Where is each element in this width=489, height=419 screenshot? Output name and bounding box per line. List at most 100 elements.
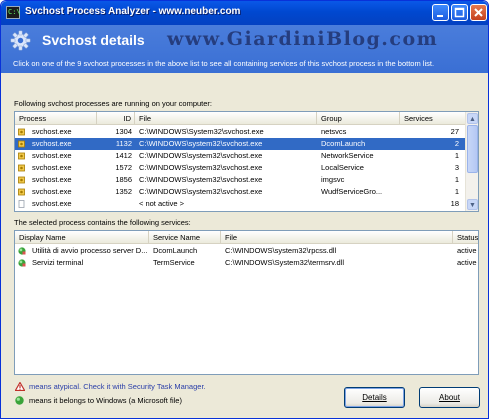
details-button-label: Details	[362, 393, 387, 402]
process-row[interactable]: svchost.exe < not active > 18	[15, 198, 466, 210]
process-file: C:\WINDOWS\system32\svchost.exe	[139, 163, 263, 172]
window-title: Svchost Process Analyzer - www.neuber.co…	[25, 6, 241, 17]
process-row[interactable]: svchost.exe 1412 C:\WINDOWS\system32\svcho…	[15, 150, 466, 162]
process-services-count: 1	[454, 175, 459, 184]
process-name: svchost.exe	[32, 163, 72, 172]
gear-file-icon	[18, 152, 25, 160]
process-group: NetworkService	[321, 151, 374, 160]
services-list-label: The selected process contains the follow…	[14, 218, 191, 227]
process-list[interactable]: Process ID File Group Services svchost.e…	[14, 111, 479, 212]
process-file: C:\WINDOWS\System32\svchost.exe	[139, 127, 264, 136]
process-group: WudfServiceGro...	[321, 187, 383, 196]
close-icon	[474, 8, 483, 17]
process-group: LocalService	[321, 163, 364, 172]
service-status: active	[457, 258, 477, 267]
process-group: netsvcs	[321, 127, 347, 136]
windows-icon	[15, 396, 24, 405]
process-id: 1304	[115, 127, 132, 136]
legend-windows-text: means it belongs to Windows (a Microsoft…	[29, 396, 182, 405]
column-process[interactable]: Process	[15, 112, 97, 125]
process-services-count: 1	[454, 151, 459, 160]
process-name: svchost.exe	[32, 139, 72, 148]
process-services-count: 1	[454, 187, 459, 196]
column-status[interactable]: Status	[453, 231, 479, 244]
details-header: Svchost details www.GiardiniBlog.com Cli…	[1, 25, 488, 73]
process-file: < not active >	[139, 199, 185, 208]
column-group[interactable]: Group	[317, 112, 400, 125]
process-id: 1412	[115, 151, 132, 160]
header-description: Click on one of the 9 svchost processes …	[13, 59, 435, 68]
terminal-icon: C:\	[6, 6, 21, 19]
warning-icon	[15, 382, 25, 391]
process-name: svchost.exe	[32, 151, 72, 160]
service-display-name: Utilità di avvio processo server D...	[32, 246, 148, 255]
app-window: C:\ Svchost Process Analyzer - www.neube…	[0, 0, 489, 419]
close-button[interactable]	[470, 4, 487, 21]
service-row[interactable]: Utilità di avvio processo server D... Dco…	[15, 245, 478, 257]
process-services-count: 18	[450, 199, 459, 208]
watermark: www.GiardiniBlog.com	[167, 28, 439, 50]
process-list-scrollbar[interactable]: ▲ ▼	[465, 112, 478, 211]
process-name: svchost.exe	[32, 175, 72, 184]
column-file[interactable]: File	[135, 112, 317, 125]
legend-windows: means it belongs to Windows (a Microsoft…	[15, 396, 215, 406]
process-id: 1856	[115, 175, 132, 184]
process-name: svchost.exe	[32, 127, 72, 136]
title-bar[interactable]: C:\ Svchost Process Analyzer - www.neube…	[1, 1, 488, 25]
column-service-name[interactable]: Service Name	[149, 231, 221, 244]
process-id: 1352	[115, 187, 132, 196]
process-list-label: Following svchost processes are running …	[14, 99, 213, 108]
column-file[interactable]: File	[221, 231, 453, 244]
process-services-count: 27	[450, 127, 459, 136]
process-file: C:\WINDOWS\system32\svchost.exe	[139, 175, 263, 184]
services-list-header: Display Name Service Name File Status	[15, 231, 478, 244]
maximize-icon	[454, 7, 465, 18]
column-display-name[interactable]: Display Name	[15, 231, 149, 244]
service-display-name: Servizi terminal	[32, 258, 84, 267]
service-name: TermService	[153, 258, 195, 267]
gear-file-icon	[18, 128, 25, 136]
process-id: 1572	[115, 163, 132, 172]
process-id: 1132	[115, 139, 132, 148]
gear-file-icon	[18, 188, 25, 196]
process-services-count: 2	[454, 139, 459, 148]
process-file: C:\WINDOWS\system32\svchost.exe	[139, 139, 263, 148]
scroll-up-button[interactable]: ▲	[467, 113, 478, 124]
service-row[interactable]: Servizi terminal TermService C:\WINDOWS\Sy…	[15, 257, 478, 269]
process-file: C:\WINDOWS\system32\svchost.exe	[139, 151, 263, 160]
process-services-count: 3	[454, 163, 459, 172]
file-icon	[18, 200, 25, 208]
process-row[interactable]: svchost.exe 1304 C:\WINDOWS\System32\svcho…	[15, 126, 466, 138]
about-button[interactable]: About	[419, 387, 480, 408]
details-button[interactable]: Details	[344, 387, 405, 408]
service-file: C:\WINDOWS\System32\termsrv.dll	[225, 258, 345, 267]
gear-file-icon	[18, 176, 25, 184]
process-list-header: Process ID File Group Services	[15, 112, 478, 125]
gear-icon	[10, 30, 31, 51]
minimize-icon	[437, 15, 443, 17]
process-group: imgsvc	[321, 175, 345, 184]
service-status: active	[457, 246, 477, 255]
service-icon	[18, 247, 26, 255]
gear-file-icon	[18, 164, 25, 172]
service-file: C:\WINDOWS\system32\rpcss.dll	[225, 246, 337, 255]
maximize-button[interactable]	[451, 4, 468, 21]
service-name: DcomLaunch	[153, 246, 198, 255]
column-id[interactable]: ID	[97, 112, 135, 125]
page-title: Svchost details	[42, 32, 145, 48]
scroll-thumb[interactable]	[467, 125, 478, 173]
process-row[interactable]: svchost.exe 1352 C:\WINDOWS\system32\svcho…	[15, 186, 466, 198]
process-name: svchost.exe	[32, 199, 72, 208]
about-button-label: About	[439, 393, 460, 402]
process-row-selected[interactable]: svchost.exe 1132 C:\WINDOWS\system32\svcho…	[15, 138, 466, 150]
scroll-down-button[interactable]: ▼	[467, 199, 478, 210]
legend-atypical-text[interactable]: means atypical. Check it with Security T…	[29, 382, 206, 391]
minimize-button[interactable]	[432, 4, 449, 21]
process-row[interactable]: svchost.exe 1856 C:\WINDOWS\system32\svcho…	[15, 174, 466, 186]
process-row[interactable]: svchost.exe 1572 C:\WINDOWS\system32\svcho…	[15, 162, 466, 174]
services-list[interactable]: Display Name Service Name File Status Ut…	[14, 230, 479, 375]
column-services[interactable]: Services	[400, 112, 467, 125]
service-icon	[18, 259, 26, 267]
gear-file-icon	[18, 140, 25, 148]
process-name: svchost.exe	[32, 187, 72, 196]
